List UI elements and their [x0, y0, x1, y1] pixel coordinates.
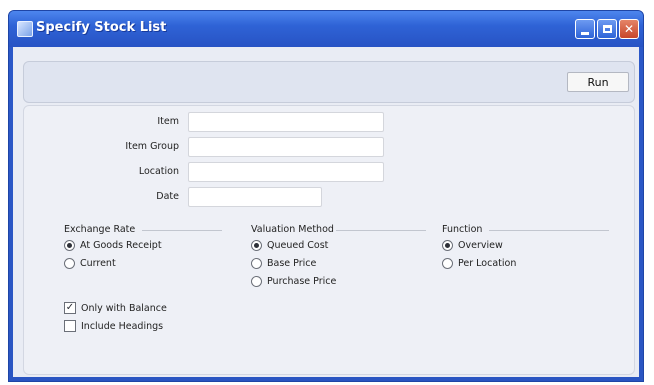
item-label: Item [157, 116, 179, 127]
location-field[interactable] [188, 162, 384, 182]
function-overview[interactable]: Overview [442, 240, 503, 251]
close-button[interactable]: ✕ [619, 19, 639, 39]
checkmark-icon: ✓ [64, 302, 76, 314]
only-with-balance-checkbox[interactable]: ✓ Only with Balance [64, 302, 167, 314]
specify-stock-list-window: Specify Stock List ✕ Run Item Item Group… [8, 10, 644, 382]
minimize-button[interactable] [575, 19, 595, 39]
minimize-icon [581, 31, 589, 35]
valuation-purchase-price[interactable]: Purchase Price [251, 276, 336, 287]
function-per-location[interactable]: Per Location [442, 258, 516, 269]
function-title: Function [442, 224, 483, 235]
window-title: Specify Stock List [36, 20, 167, 35]
exchange-rate-at-goods-receipt[interactable]: At Goods Receipt [64, 240, 162, 251]
radio-icon [251, 276, 262, 287]
close-icon: ✕ [623, 22, 635, 36]
radio-icon [64, 258, 75, 269]
maximize-icon [602, 25, 612, 33]
radio-icon [251, 258, 262, 269]
function-divider [489, 230, 609, 231]
location-label: Location [138, 166, 179, 177]
exchange-rate-current[interactable]: Current [64, 258, 116, 269]
item-group-field[interactable] [188, 137, 384, 157]
radio-selected-icon [64, 240, 75, 251]
radio-icon [442, 258, 453, 269]
date-field[interactable] [188, 187, 322, 207]
title-bar[interactable]: Specify Stock List ✕ [9, 11, 643, 47]
run-button[interactable]: Run [567, 72, 629, 92]
include-headings-checkbox[interactable]: Include Headings [64, 320, 163, 332]
valuation-method-title: Valuation Method [251, 224, 334, 235]
item-group-label: Item Group [125, 141, 179, 152]
radio-selected-icon [251, 240, 262, 251]
date-label: Date [156, 191, 179, 202]
item-field[interactable] [188, 112, 384, 132]
radio-selected-icon [442, 240, 453, 251]
exchange-rate-title: Exchange Rate [64, 224, 136, 235]
specification-form: Item Item Group Location Date Exchange R… [23, 105, 635, 375]
maximize-button[interactable] [597, 19, 617, 39]
button-bar: Run [23, 61, 635, 103]
valuation-queued-cost[interactable]: Queued Cost [251, 240, 328, 251]
valuation-base-price[interactable]: Base Price [251, 258, 316, 269]
exchange-rate-divider [142, 230, 222, 231]
window-icon [17, 21, 33, 37]
checkbox-icon [64, 320, 76, 332]
window-client-area: Run Item Item Group Location Date Exchan… [13, 47, 639, 377]
valuation-method-divider [336, 230, 426, 231]
